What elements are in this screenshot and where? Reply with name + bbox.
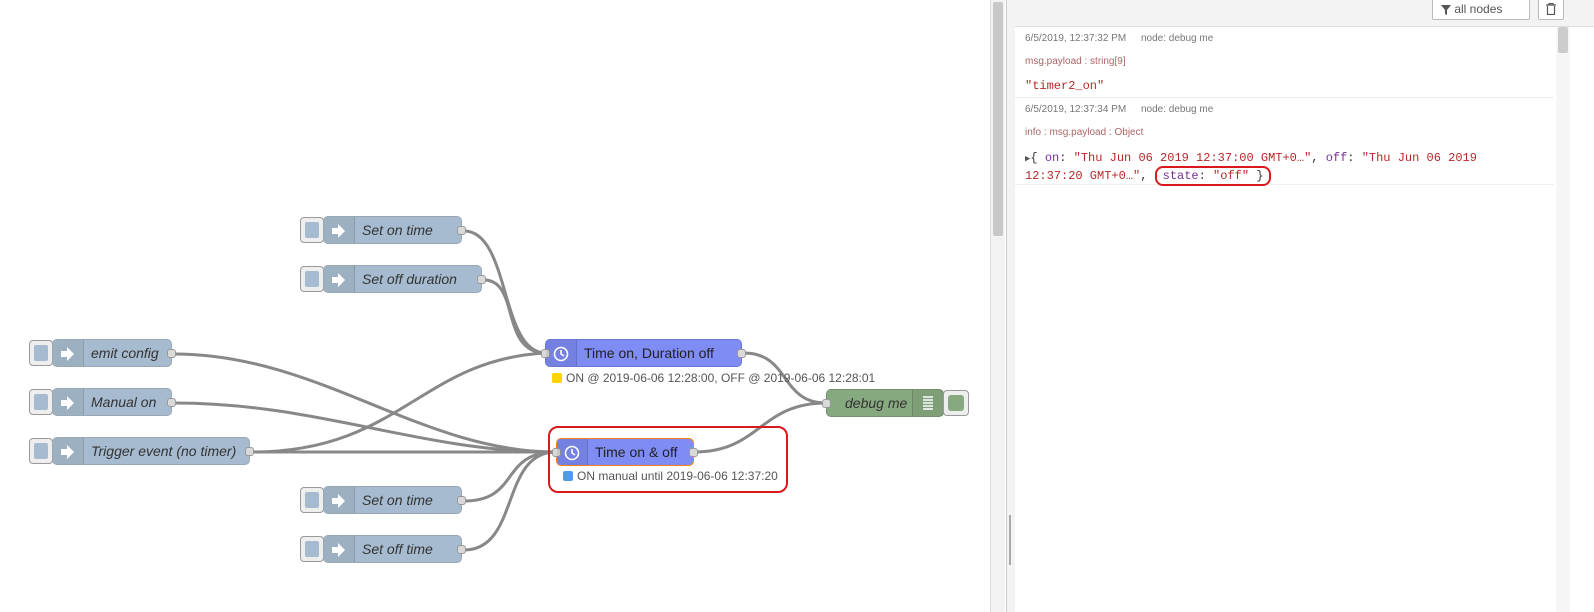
inject-node-manual-on[interactable]: Manual on (52, 388, 176, 416)
inject-node-set-off-duration[interactable]: Set off duration (323, 265, 486, 293)
trash-icon (1546, 2, 1556, 16)
inject-icon-area (53, 340, 84, 366)
obj-val-off-part2: 12:37:20 GMT+0…" (1025, 169, 1141, 183)
inject-button[interactable] (29, 340, 53, 366)
arrow-in-icon (332, 224, 345, 238)
inject-icon-area (324, 217, 355, 243)
scrollbar-thumb[interactable] (993, 2, 1003, 236)
clear-messages-button[interactable] (1538, 0, 1564, 20)
node-label: debug me (845, 395, 908, 411)
inject-button[interactable] (29, 389, 53, 415)
flow-canvas[interactable]: Set on time Set off duration emit config… (0, 0, 990, 612)
flow-wires (173, 229, 827, 552)
inject-icon-area (324, 487, 355, 513)
node-label: Set off time (362, 541, 433, 557)
arrow-in-icon (61, 396, 74, 410)
debug-icon-area (912, 390, 943, 416)
debug-sidebar: all nodes 6/5/2019, 12:37:32 PM node: de… (1015, 0, 1594, 612)
node-label: Set off duration (362, 271, 457, 287)
arrow-in-icon (61, 445, 74, 459)
node-label: Trigger event (no timer) (91, 443, 237, 459)
obj-val-off-part1: "Thu Jun 06 2019 (1361, 151, 1477, 165)
wire (463, 450, 557, 503)
inject-button[interactable] (29, 438, 53, 464)
node-label: Time on, Duration off (584, 345, 714, 361)
filter-label: all nodes (1454, 2, 1503, 16)
message-meta: 6/5/2019, 12:37:32 PM node: debug me (1025, 33, 1544, 44)
inject-node-set-on-time[interactable]: Set on time (323, 216, 466, 244)
timer1-status: ON @ 2019-06-06 12:28:00, OFF @ 2019-06-… (552, 371, 875, 385)
filter-all-nodes-button[interactable]: all nodes (1432, 0, 1530, 20)
message-value: "timer2_on" (1025, 79, 1105, 93)
output-port[interactable] (477, 275, 486, 284)
obj-val-state: "off" (1213, 169, 1250, 183)
output-port[interactable] (457, 226, 466, 235)
clock-icon (553, 346, 569, 362)
inject-icon-area (53, 389, 84, 415)
inject-node-emit-config[interactable]: emit config (52, 339, 176, 367)
obj-open-brace: { (1030, 151, 1045, 165)
message-topic: msg.payload : string[9] (1025, 56, 1126, 67)
output-port[interactable] (457, 545, 466, 554)
output-port[interactable] (457, 496, 466, 505)
output-port[interactable] (167, 398, 176, 407)
output-port[interactable] (737, 349, 746, 358)
debug-message-list: 6/5/2019, 12:37:32 PM node: debug me msg… (1015, 27, 1554, 186)
obj-val-on: "Thu Jun 06 2019 12:37:00 GMT+0…" (1073, 151, 1312, 165)
obj-key-state: state (1162, 169, 1199, 183)
obj-key-off: off (1325, 151, 1348, 165)
message-timestamp: 6/5/2019, 12:37:32 PM (1025, 33, 1127, 44)
scrollbar-thumb[interactable] (1558, 27, 1568, 53)
obj-close-brace: } (1249, 169, 1264, 183)
input-port[interactable] (822, 399, 831, 408)
message-node[interactable]: node: debug me (1141, 104, 1213, 115)
inject-button[interactable] (300, 487, 324, 513)
list-icon (923, 396, 933, 410)
divider-grip (1009, 515, 1011, 565)
inject-icon-area (324, 536, 355, 562)
node-label: emit config (91, 345, 159, 361)
debug-node-debug-me[interactable]: debug me (822, 389, 944, 417)
status-text: ON @ 2019-06-06 12:28:00, OFF @ 2019-06-… (566, 371, 876, 385)
debug-message[interactable]: 6/5/2019, 12:37:32 PM node: debug me msg… (1015, 27, 1554, 98)
node-label: Set on time (362, 222, 433, 238)
inject-icon-area (324, 266, 355, 292)
timer-node-time-on-duration-off[interactable]: Time on, Duration off (541, 339, 746, 367)
debug-message[interactable]: 6/5/2019, 12:37:34 PM node: debug me inf… (1015, 98, 1554, 186)
arrow-in-icon (332, 494, 345, 508)
inject-button[interactable] (300, 266, 324, 292)
output-port[interactable] (167, 349, 176, 358)
inject-button[interactable] (300, 217, 324, 243)
debug-toggle-indicator (948, 395, 964, 411)
arrow-in-icon (61, 347, 74, 361)
node-label: Manual on (91, 394, 157, 410)
status-dot-yellow (552, 373, 562, 383)
timer-icon-area (546, 340, 577, 366)
message-meta: 6/5/2019, 12:37:34 PM node: debug me (1025, 104, 1544, 115)
obj-key-on: on (1044, 151, 1060, 165)
inject-icon-area (53, 438, 84, 464)
inject-node-trigger-event[interactable]: Trigger event (no timer) (52, 437, 254, 465)
arrow-in-icon (332, 273, 345, 287)
state-highlight: state: "off" } (1154, 166, 1272, 186)
inject-button[interactable] (300, 536, 324, 562)
highlight-box-timer2 (548, 426, 788, 493)
debug-toggle-button[interactable] (943, 390, 969, 416)
filter-icon (1441, 5, 1451, 15)
output-port[interactable] (245, 447, 254, 456)
inject-node-set-off-time[interactable]: Set off time (323, 535, 466, 563)
message-node[interactable]: node: debug me (1141, 33, 1213, 44)
arrow-in-icon (332, 543, 345, 557)
wire (483, 278, 546, 355)
node-label: Set on time (362, 492, 433, 508)
message-object[interactable]: ▶{ on: "Thu Jun 06 2019 12:37:00 GMT+0…"… (1025, 150, 1544, 186)
inject-node-set-on-time-2[interactable]: Set on time (323, 486, 466, 514)
canvas-vertical-scrollbar[interactable] (990, 0, 1005, 612)
debug-toolbar: all nodes (1015, 0, 1594, 27)
message-topic: info : msg.payload : Object (1025, 127, 1144, 138)
wire (251, 351, 546, 454)
message-timestamp: 6/5/2019, 12:37:34 PM (1025, 104, 1127, 115)
sidebar-scrollbar[interactable] (1556, 27, 1570, 612)
